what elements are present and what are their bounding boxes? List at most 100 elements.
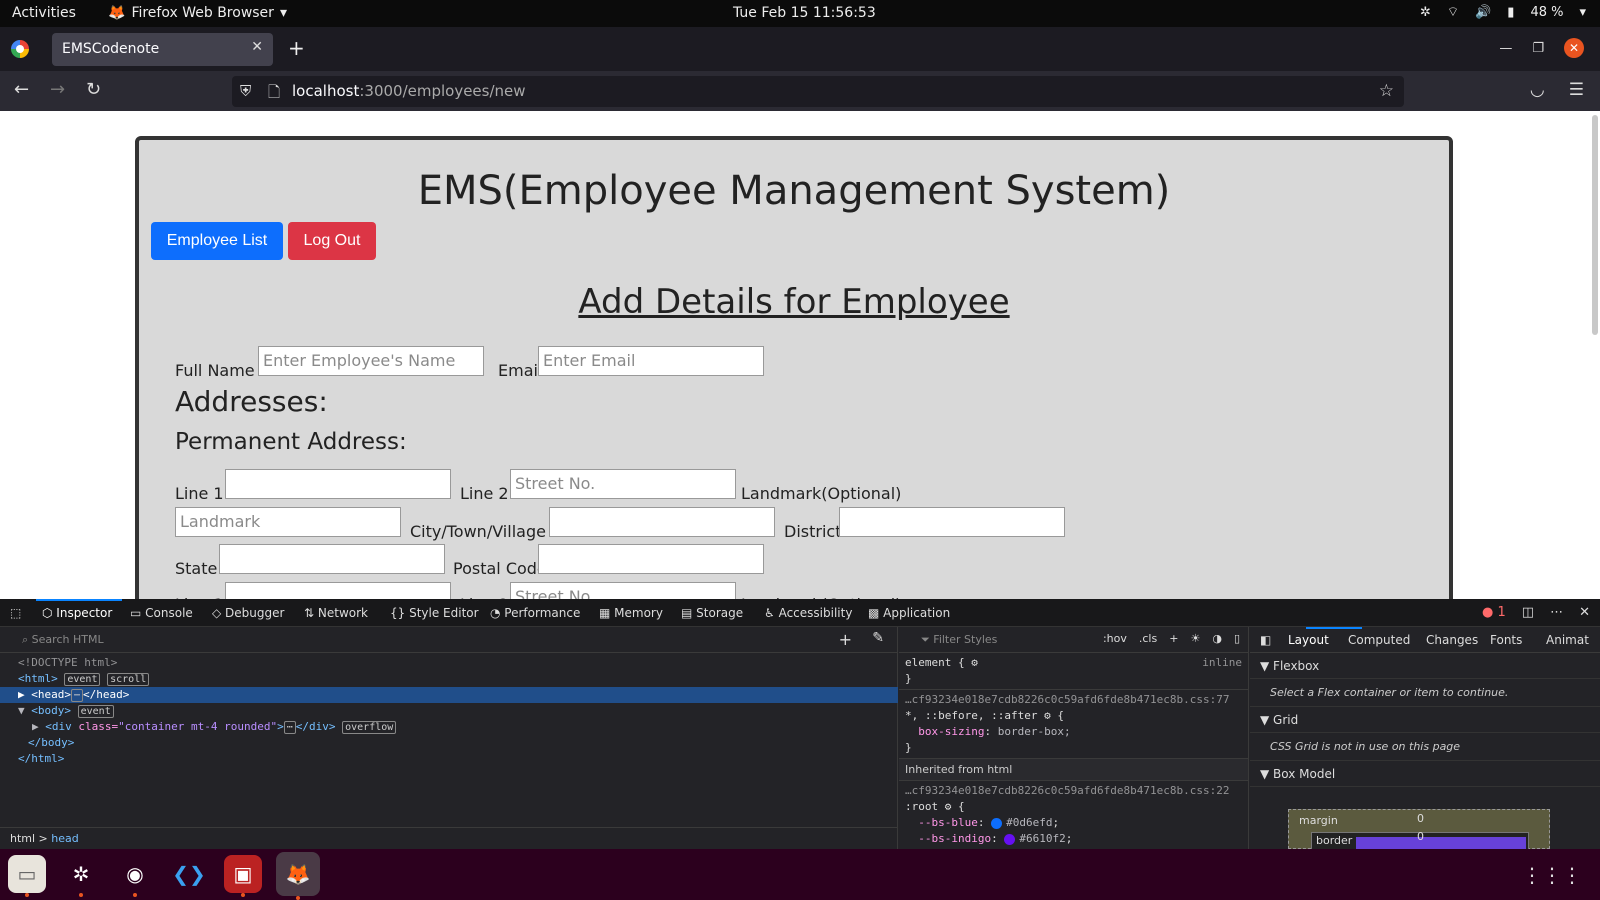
cls-toggle[interactable]: .cls (1139, 632, 1157, 645)
css-var-value[interactable]: #6610f2 (1019, 832, 1065, 845)
tab-performance[interactable]: ◔ Performance (490, 606, 580, 620)
pocket-icon[interactable]: ◡ (1530, 80, 1545, 100)
flexbox-section[interactable]: ▼ Flexbox (1250, 653, 1600, 679)
color-swatch[interactable] (991, 817, 1003, 829)
clock[interactable]: Tue Feb 15 11:56:53 (733, 5, 876, 21)
light-mode-icon[interactable]: ☀ (1190, 632, 1200, 645)
tab-style-editor[interactable]: {} Style Editor (390, 606, 479, 620)
close-tab-icon[interactable]: ✕ (251, 39, 263, 55)
rule-source-1[interactable]: …cf93234e018e7cdb8226c0c59afd6fde8b471ec… (905, 692, 1242, 708)
tree-row-html[interactable]: <html> event scroll (0, 671, 898, 687)
add-node-icon[interactable]: + (839, 630, 852, 649)
margin-value[interactable]: 0 (1417, 812, 1424, 825)
breadcrumb-html[interactable]: html (10, 832, 35, 845)
tab-layout[interactable]: Layout (1288, 633, 1329, 647)
chrome-icon[interactable]: ◉ (116, 855, 154, 897)
app-menu[interactable]: 🦊 Firefox Web Browser ▾ (108, 5, 287, 21)
page-info-icon[interactable]: 🗋 (268, 82, 280, 107)
reload-icon[interactable]: ↻ (86, 79, 101, 100)
close-window-button[interactable]: ✕ (1564, 38, 1584, 58)
shield-icon[interactable]: ⛨ (240, 82, 251, 100)
border-value[interactable]: 0 (1417, 830, 1424, 843)
collapse-arrow-icon[interactable]: ▼ (18, 704, 31, 717)
error-count[interactable]: ● 1 (1482, 605, 1506, 620)
tab-fonts[interactable]: Fonts (1490, 633, 1522, 647)
gear-icon[interactable]: ⚙ (971, 656, 978, 669)
expand-arrow-icon[interactable]: ▶ (18, 688, 31, 701)
show-apps-icon[interactable]: ⋮⋮⋮ (1522, 863, 1582, 887)
overflow-badge[interactable]: overflow (342, 721, 397, 734)
tree-row-head[interactable]: ▶ <head> ⋯ </head> (0, 687, 898, 703)
tab-storage[interactable]: ▤ Storage (681, 606, 743, 620)
box-model-section[interactable]: ▼ Box Model (1250, 761, 1600, 787)
box-model-diagram[interactable]: margin 0 border 0 (1288, 809, 1550, 850)
breadcrumb-head[interactable]: head (51, 832, 78, 845)
tree-row-div[interactable]: ▶ <div class="container mt-4 rounded"> ⋯ <… (0, 719, 898, 735)
tab-memory[interactable]: ▦ Memory (599, 606, 663, 620)
minimize-icon[interactable]: — (1499, 41, 1512, 56)
hov-toggle[interactable]: :hov (1103, 632, 1127, 645)
tab-changes[interactable]: Changes (1426, 633, 1478, 647)
print-media-icon[interactable]: ▯ (1234, 632, 1240, 645)
browser-tab[interactable]: EMSCodenote ✕ (52, 33, 273, 66)
url-bar[interactable]: ⛨ 🗋 localhost:3000/employees/new ☆ (232, 76, 1404, 107)
tab-debugger[interactable]: ◇ Debugger (212, 606, 284, 620)
files-icon[interactable]: ▭ (8, 855, 46, 897)
maximize-icon[interactable]: ❐ (1532, 41, 1544, 56)
tab-computed[interactable]: Computed (1348, 633, 1410, 647)
bookmark-star-icon[interactable]: ☆ (1379, 81, 1394, 101)
line1-input-2[interactable] (225, 582, 451, 599)
more-options-icon[interactable]: ⋯ (1550, 605, 1563, 620)
box-sizing-value[interactable]: border-box; (998, 725, 1071, 738)
tree-row-html-close[interactable]: </html> (0, 751, 898, 767)
activities-button[interactable]: Activities (12, 5, 76, 21)
employee-list-button[interactable]: Employee List (151, 222, 283, 260)
new-tab-button[interactable]: + (288, 36, 305, 60)
line2-input[interactable]: Street No. (510, 469, 736, 499)
landmark-input[interactable]: Landmark (175, 507, 401, 537)
city-input[interactable] (549, 507, 775, 537)
postal-code-input[interactable] (538, 544, 764, 574)
toggle-sidebar-icon[interactable]: ◧ (1260, 633, 1271, 647)
system-tray[interactable]: ✲ ⌔ 🔊 ▮ 48 % ▾ (1420, 4, 1586, 21)
back-icon[interactable]: ← (14, 79, 29, 100)
box-sizing-prop[interactable]: box-sizing (918, 725, 984, 738)
line2-input-2[interactable]: Street No. (510, 582, 736, 599)
slack-icon[interactable]: ✲ (62, 855, 100, 897)
page-scrollbar[interactable] (1592, 115, 1598, 335)
search-html-input[interactable]: ⌕ Search HTML + ✎ (0, 627, 898, 653)
hamburger-menu-icon[interactable]: ☰ (1569, 80, 1584, 100)
tab-application[interactable]: ▩ Application (868, 606, 950, 620)
gear-icon[interactable]: ⚙ (1044, 709, 1051, 722)
forward-icon[interactable]: → (50, 79, 65, 100)
email-input[interactable]: Enter Email (538, 346, 764, 376)
eyedropper-icon[interactable]: ✎ (872, 630, 884, 646)
tab-accessibility[interactable]: ♿ Accessibility (764, 606, 852, 620)
url-text[interactable]: localhost:3000/employees/new (292, 82, 526, 100)
dark-mode-icon[interactable]: ◑ (1212, 632, 1222, 645)
vscode-icon[interactable]: ❮❯ (170, 855, 208, 893)
add-rule-icon[interactable]: + (1169, 632, 1178, 645)
tree-row-body[interactable]: ▼ <body> event (0, 703, 898, 719)
gear-icon[interactable]: ⚙ (945, 800, 952, 813)
css-var-name[interactable]: --bs-indigo (918, 832, 991, 845)
terminal-icon[interactable]: ▣ (224, 855, 262, 897)
tab-console[interactable]: ▭ Console (130, 606, 193, 620)
tree-row-doctype[interactable]: <!DOCTYPE html> (0, 655, 898, 671)
tab-animations[interactable]: Animat (1546, 633, 1589, 647)
event-badge[interactable]: event (77, 705, 114, 718)
scroll-badge[interactable]: scroll (107, 673, 150, 686)
css-var-name[interactable]: --bs-blue (918, 816, 978, 829)
full-name-input[interactable]: Enter Employee's Name (258, 346, 484, 376)
line1-input[interactable] (225, 469, 451, 499)
collapsed-badge[interactable]: ⋯ (71, 689, 84, 702)
grid-section[interactable]: ▼ Grid (1250, 707, 1600, 733)
element-picker-icon[interactable]: ⬚ (10, 606, 21, 620)
event-badge[interactable]: event (64, 673, 101, 686)
tab-inspector[interactable]: ⬡ Inspector (42, 606, 112, 620)
tree-row-body-close[interactable]: </body> (0, 735, 898, 751)
css-var-value[interactable]: #0d6efd (1006, 816, 1052, 829)
state-input[interactable] (219, 544, 445, 574)
collapsed-badge[interactable]: ⋯ (283, 721, 296, 734)
expand-arrow-icon[interactable]: ▶ (32, 720, 45, 733)
